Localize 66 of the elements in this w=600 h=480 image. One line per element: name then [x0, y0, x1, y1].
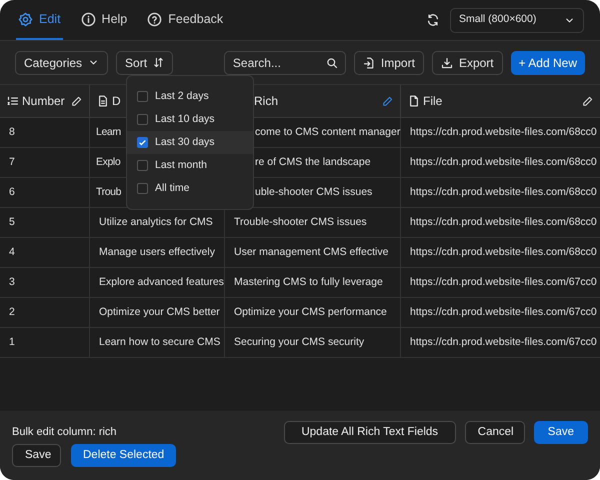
- checkbox[interactable]: [137, 114, 148, 125]
- tab[interactable]: Feedback: [145, 0, 226, 40]
- table-cell-text: Mastering CMS to fully leverage: [234, 274, 383, 290]
- table-cell-text: Explo: [96, 154, 120, 170]
- checkbox[interactable]: [137, 91, 148, 102]
- table-cell-text: Learn how to secure CMS: [99, 334, 220, 350]
- table-cell-text: https://cdn.prod.website-files.com/68cc0: [410, 244, 597, 260]
- table-cell-text: 2: [9, 304, 15, 320]
- help-icon: [147, 12, 162, 26]
- table-cell-text: 8: [9, 124, 15, 140]
- file-icon: [408, 95, 420, 107]
- table-cell-text: Explore advanced features: [99, 274, 224, 290]
- table-cell-text: Securing your CMS security: [234, 334, 364, 350]
- table-cell-text: Optimize your CMS better: [99, 304, 220, 320]
- refresh-icon[interactable]: [426, 13, 440, 27]
- table-cell-text: 5: [9, 214, 15, 230]
- table-cell-text: 6: [9, 184, 15, 200]
- checkbox[interactable]: [137, 160, 148, 171]
- search-icon: [326, 56, 338, 68]
- import-button[interactable]: Import: [354, 50, 424, 74]
- search-field[interactable]: Search...: [224, 50, 346, 74]
- table-cell-text: Manage users effectively: [99, 244, 215, 260]
- table-cell-text: 7: [9, 154, 15, 170]
- table-cell-text: 3: [9, 274, 15, 290]
- column-header[interactable]: File: [401, 85, 600, 117]
- sort-icon: [153, 57, 164, 68]
- cancel-button[interactable]: Cancel: [464, 421, 525, 444]
- table-cell-text: uble-shooter CMS issues: [255, 184, 372, 200]
- save-button[interactable]: Save: [534, 421, 588, 444]
- menu-item[interactable]: Last month: [127, 154, 253, 177]
- gear-icon: [18, 12, 33, 26]
- table-cell-text: Utilize analytics for CMS: [99, 214, 213, 230]
- table-cell-text: User management CMS effective: [234, 244, 388, 260]
- numbered-list-icon: [7, 95, 19, 107]
- table-cell-text: https://cdn.prod.website-files.com/67cc0: [410, 304, 597, 320]
- menu-item[interactable]: All time: [127, 177, 253, 200]
- table-cell-text: 4: [9, 244, 15, 260]
- download-icon: [440, 56, 453, 68]
- table-cell-text: https://cdn.prod.website-files.com/68cc0: [410, 214, 597, 230]
- export-button[interactable]: Export: [432, 50, 503, 74]
- checkbox[interactable]: [137, 183, 148, 194]
- table-cell-text: Learn: [96, 124, 121, 140]
- document-icon: [97, 95, 109, 107]
- size-dropdown[interactable]: Small (800×600): [450, 8, 584, 32]
- table-cell-text: https://cdn.prod.website-files.com/68cc0: [410, 154, 597, 170]
- table-cell-text: Troub: [96, 184, 122, 200]
- bulk-edit-label: Bulk edit column: rich: [12, 425, 117, 440]
- table-cell-text: re of CMS the landscape: [255, 154, 371, 170]
- table-cell-text: 1: [9, 334, 15, 350]
- delete-selected-button[interactable]: Delete Selected: [71, 444, 176, 467]
- table-cell-text: https://cdn.prod.website-files.com/67cc0: [410, 334, 597, 350]
- categories-dropdown[interactable]: Categories: [15, 50, 108, 74]
- save-button[interactable]: Save: [12, 444, 61, 467]
- table-cell-text: Trouble-shooter CMS issues: [234, 214, 367, 230]
- add-new-button[interactable]: + Add New: [510, 50, 585, 74]
- table-cell-text: https://cdn.prod.website-files.com/67cc0: [410, 274, 597, 290]
- import-icon: [362, 56, 375, 68]
- info-icon: [80, 12, 96, 26]
- table-cell-text: https://cdn.prod.website-files.com/68cc0: [410, 184, 597, 200]
- update-all-button[interactable]: Update All Rich Text Fields: [284, 421, 456, 444]
- table-cell-text: Optimize your CMS performance: [234, 304, 387, 320]
- checkbox[interactable]: [137, 137, 148, 148]
- table-cell-text: come to CMS content manager: [255, 124, 400, 140]
- column-header[interactable]: Number: [0, 85, 90, 117]
- tab[interactable]: Help: [78, 0, 130, 40]
- table-cell-text: https://cdn.prod.website-files.com/68cc0: [410, 124, 597, 140]
